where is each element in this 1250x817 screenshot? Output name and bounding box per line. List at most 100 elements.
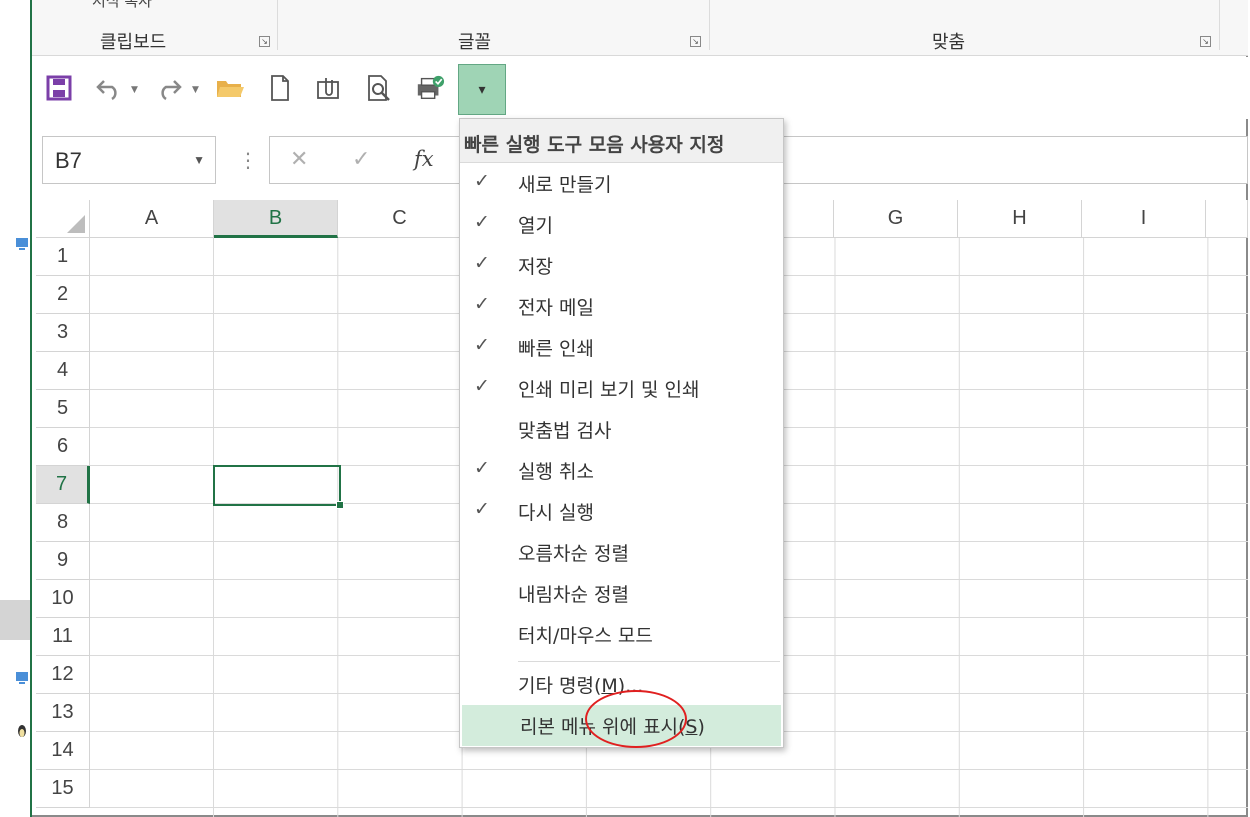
column-header-j[interactable] bbox=[1206, 200, 1248, 238]
menu-item-label: 새로 만들기 bbox=[518, 174, 612, 196]
group-divider bbox=[709, 0, 710, 50]
new-button[interactable] bbox=[265, 71, 295, 105]
email-button[interactable] bbox=[314, 71, 344, 105]
check-icon: ✓ bbox=[474, 211, 490, 233]
menu-item-label: 맞춤법 검사 bbox=[518, 420, 612, 442]
column-header-b[interactable]: B bbox=[214, 200, 338, 238]
row-header-15[interactable]: 15 bbox=[36, 770, 90, 808]
check-icon: ✓ bbox=[474, 498, 490, 520]
alignment-group-label: 맞춤 bbox=[932, 32, 966, 53]
insert-function-button[interactable]: fx bbox=[414, 147, 434, 171]
row-header-4[interactable]: 4 bbox=[36, 352, 90, 390]
fill-handle[interactable] bbox=[336, 501, 344, 509]
select-all-button[interactable] bbox=[36, 200, 90, 238]
more-commands-prefix: 기타 명령( bbox=[518, 675, 602, 697]
save-icon bbox=[46, 75, 72, 101]
format-painter-label: 서식 복사 bbox=[92, 0, 152, 10]
alignment-launcher-icon[interactable]: ↘ bbox=[1200, 36, 1211, 47]
quick-print-icon bbox=[417, 75, 445, 100]
menu-item-sort-ascending[interactable]: 오름차순 정렬 bbox=[460, 532, 783, 573]
customize-dropdown-icon: ▾ bbox=[478, 81, 486, 98]
row-header-14[interactable]: 14 bbox=[36, 732, 90, 770]
excel-window: 서식 복사 클립보드 ↘ 글꼴 ↘ 맞춤 ↘ ▼ ▼ ▾ B7 ▼ ⋮ ✕ ✓ … bbox=[32, 0, 1248, 817]
row-header-7[interactable]: 7 bbox=[36, 466, 90, 504]
email-attach-icon bbox=[317, 78, 339, 99]
row-header-13[interactable]: 13 bbox=[36, 694, 90, 732]
open-folder-icon bbox=[217, 81, 244, 97]
column-header-g[interactable]: G bbox=[834, 200, 958, 238]
show-above-key: S bbox=[685, 716, 698, 738]
network-icon bbox=[16, 672, 28, 684]
menu-item-label: 빠른 인쇄 bbox=[518, 338, 594, 360]
redo-dropdown-icon[interactable]: ▼ bbox=[192, 85, 199, 95]
name-box-value: B7 bbox=[55, 148, 82, 173]
row-header-3[interactable]: 3 bbox=[36, 314, 90, 352]
redo-icon bbox=[161, 80, 182, 101]
clipboard-launcher-icon[interactable]: ↘ bbox=[259, 36, 270, 47]
menu-item-label: 내림차순 정렬 bbox=[518, 584, 629, 606]
customize-qat-menu: 빠른 실행 도구 모음 사용자 지정 ✓ 새로 만들기 ✓ 열기 ✓ 저장 ✓ 전자 메… bbox=[459, 118, 784, 748]
menu-item-email[interactable]: ✓ 전자 메일 bbox=[460, 286, 783, 327]
clipboard-group-label: 클립보드 bbox=[100, 32, 167, 53]
menu-item-save[interactable]: ✓ 저장 bbox=[460, 245, 783, 286]
menu-item-new[interactable]: ✓ 새로 만들기 bbox=[460, 163, 783, 204]
menu-separator bbox=[518, 661, 780, 662]
menu-item-undo[interactable]: ✓ 실행 취소 bbox=[460, 450, 783, 491]
menu-item-redo[interactable]: ✓ 다시 실행 bbox=[460, 491, 783, 532]
menu-item-quick-print[interactable]: ✓ 빠른 인쇄 bbox=[460, 327, 783, 368]
font-group-label: 글꼴 bbox=[458, 32, 492, 53]
group-divider bbox=[1219, 0, 1220, 50]
formula-bar-grip-icon[interactable]: ⋮ bbox=[238, 150, 258, 170]
save-button[interactable] bbox=[44, 71, 74, 105]
undo-dropdown-icon[interactable]: ▼ bbox=[131, 85, 138, 95]
name-box[interactable]: B7 ▼ bbox=[42, 136, 216, 184]
menu-item-touch-mode[interactable]: 터치/마우스 모드 bbox=[460, 614, 783, 655]
row-header-8[interactable]: 8 bbox=[36, 504, 90, 542]
row-header-9[interactable]: 9 bbox=[36, 542, 90, 580]
check-icon: ✓ bbox=[474, 375, 490, 397]
row-header-2[interactable]: 2 bbox=[36, 276, 90, 314]
row-header-6[interactable]: 6 bbox=[36, 428, 90, 466]
tux-icon bbox=[18, 725, 26, 737]
undo-button[interactable] bbox=[94, 71, 124, 105]
menu-item-print-preview[interactable]: ✓ 인쇄 미리 보기 및 인쇄 bbox=[460, 368, 783, 409]
row-header-5[interactable]: 5 bbox=[36, 390, 90, 428]
menu-item-label: 전자 메일 bbox=[518, 297, 594, 319]
check-icon: ✓ bbox=[474, 334, 490, 356]
row-header-10[interactable]: 10 bbox=[36, 580, 90, 618]
open-button[interactable] bbox=[215, 71, 245, 105]
column-header-c[interactable]: C bbox=[338, 200, 462, 238]
menu-item-label: 실행 취소 bbox=[518, 461, 594, 483]
column-header-h[interactable]: H bbox=[958, 200, 1082, 238]
ribbon: 서식 복사 클립보드 ↘ 글꼴 ↘ 맞춤 ↘ bbox=[32, 0, 1248, 56]
menu-item-open[interactable]: ✓ 열기 bbox=[460, 204, 783, 245]
menu-item-label: 다시 실행 bbox=[518, 502, 594, 524]
menu-item-sort-descending[interactable]: 내림차순 정렬 bbox=[460, 573, 783, 614]
check-icon: ✓ bbox=[474, 293, 490, 315]
select-all-icon bbox=[67, 215, 85, 233]
active-cell-b7[interactable] bbox=[213, 465, 344, 509]
desktop-strip bbox=[0, 0, 32, 817]
undo-icon bbox=[96, 80, 117, 101]
font-launcher-icon[interactable]: ↘ bbox=[690, 36, 701, 47]
row-header-11[interactable]: 11 bbox=[36, 618, 90, 656]
enter-button[interactable]: ✓ bbox=[352, 147, 370, 172]
menu-item-label: 오름차순 정렬 bbox=[518, 543, 629, 565]
menu-item-label: 인쇄 미리 보기 및 인쇄 bbox=[518, 379, 700, 401]
column-header-a[interactable]: A bbox=[90, 200, 214, 238]
row-header-12[interactable]: 12 bbox=[36, 656, 90, 694]
check-icon: ✓ bbox=[474, 170, 490, 192]
cancel-button[interactable]: ✕ bbox=[290, 147, 308, 172]
quick-print-button[interactable] bbox=[415, 71, 445, 105]
desktop-selection bbox=[0, 600, 30, 640]
menu-item-spelling[interactable]: 맞춤법 검사 bbox=[460, 409, 783, 450]
redo-button[interactable] bbox=[154, 71, 184, 105]
annotation-circle bbox=[585, 690, 687, 748]
customize-qat-button[interactable]: ▾ bbox=[458, 64, 506, 115]
row-header-1[interactable]: 1 bbox=[36, 238, 90, 276]
format-painter-fragment: 서식 복사 bbox=[92, 0, 292, 12]
print-preview-button[interactable] bbox=[365, 71, 395, 105]
column-header-i[interactable]: I bbox=[1082, 200, 1206, 238]
name-box-dropdown-icon[interactable]: ▼ bbox=[193, 153, 205, 167]
menu-item-label: 열기 bbox=[518, 215, 553, 237]
